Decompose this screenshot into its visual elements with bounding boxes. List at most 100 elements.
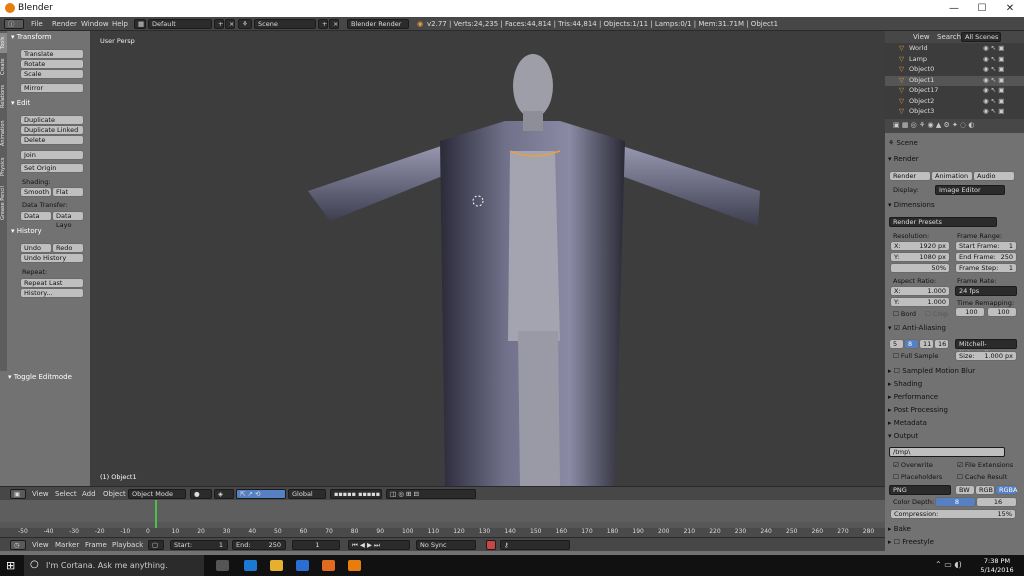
menu-help[interactable]: Help xyxy=(112,20,128,28)
pivot-select[interactable]: ◈ xyxy=(214,489,234,499)
manipulator-toggles[interactable]: ⇱ ↗ ⟲ xyxy=(236,489,286,499)
animation-button[interactable]: Animation xyxy=(931,171,973,181)
resolution-y-field[interactable]: Y: 1080 px xyxy=(890,252,950,262)
menu-select[interactable]: Select xyxy=(55,490,77,498)
timeline-area[interactable] xyxy=(0,500,885,522)
toggle-editmode-header[interactable]: ▾ Toggle Editmode xyxy=(8,373,72,381)
visibility-toggles[interactable]: ◉ ↖ ▣ xyxy=(983,86,1004,94)
undo-history-button[interactable]: Undo History xyxy=(20,253,84,263)
add-scene-button[interactable]: + xyxy=(318,19,328,29)
outliner-view-menu[interactable]: View xyxy=(913,33,930,41)
menu-add[interactable]: Add xyxy=(82,490,96,498)
screen-layout-select[interactable]: Default xyxy=(148,19,212,29)
freestyle-panel-header[interactable]: ▸ ☐ Freestyle xyxy=(888,538,934,546)
translate-button[interactable]: Translate xyxy=(20,49,84,59)
windows-start-icon[interactable]: ⊞ xyxy=(6,559,18,572)
outliner-search-menu[interactable]: Search xyxy=(937,33,961,41)
tab-tools[interactable]: Tools xyxy=(0,33,7,53)
smooth-button[interactable]: Smooth xyxy=(20,187,52,197)
tab-animation[interactable]: Animation xyxy=(0,115,7,151)
remove-screen-button[interactable]: × xyxy=(225,19,235,29)
join-button[interactable]: Join xyxy=(20,150,84,160)
overwrite-checkbox[interactable]: ☑ Overwrite xyxy=(893,461,933,469)
outliner-item[interactable]: ▽ Object2 ◉ ↖ ▣ xyxy=(885,97,1024,107)
data-layout-button[interactable]: Data Layo xyxy=(52,211,84,229)
bake-panel-header[interactable]: ▸ Bake xyxy=(888,525,911,533)
outliner-item[interactable]: ▽ World ◉ ↖ ▣ xyxy=(885,44,1024,54)
redo-button[interactable]: Redo xyxy=(52,243,84,253)
visibility-toggles[interactable]: ◉ ↖ ▣ xyxy=(983,65,1004,73)
frame-step-field[interactable]: Frame Step: 1 xyxy=(955,263,1017,273)
end-frame-prop-field[interactable]: End Frame: 250 xyxy=(955,252,1017,262)
data-button[interactable]: Data xyxy=(20,211,52,221)
set-origin-button[interactable]: Set Origin xyxy=(20,163,84,173)
editor-type-icon[interactable]: ⓘ xyxy=(4,19,24,29)
render-presets-select[interactable]: Render Presets xyxy=(889,217,997,227)
shading-panel-header[interactable]: ▸ Shading xyxy=(888,380,922,388)
color-depth-8[interactable]: 8 xyxy=(935,497,976,507)
add-screen-button[interactable]: + xyxy=(214,19,224,29)
output-panel-header[interactable]: ▾ Output xyxy=(888,432,918,440)
render-engine-select[interactable]: Blender Render xyxy=(347,19,409,29)
history-button[interactable]: History... xyxy=(20,288,84,298)
visibility-toggles[interactable]: ◉ ↖ ▣ xyxy=(983,107,1004,115)
color-bw-button[interactable]: BW xyxy=(955,485,975,495)
file-format-select[interactable]: PNG xyxy=(889,485,951,495)
history-panel-header[interactable]: ▾ History xyxy=(11,227,42,235)
frame-rate-select[interactable]: 24 fps xyxy=(955,286,1017,296)
placeholders-checkbox[interactable]: ☐ Placeholders xyxy=(893,473,942,481)
duplicate-button[interactable]: Duplicate xyxy=(20,115,84,125)
timeline[interactable]: -50 -40 -30 -20 -10 0 10 20 30 40 50 60 70 80 90 100 110… xyxy=(0,500,885,537)
display-select[interactable]: Image Editor xyxy=(935,185,1005,195)
outliner-item[interactable]: ▽ Object1 ◉ ↖ ▣ xyxy=(885,75,1024,86)
sampled-motion-blur-header[interactable]: ▸ ☐ Sampled Motion Blur xyxy=(888,367,975,375)
timeline-menu-marker[interactable]: Marker xyxy=(55,541,79,549)
render-button[interactable]: Render xyxy=(889,171,931,181)
outliner-item[interactable]: ▽ Object3 ◉ ↖ ▣ xyxy=(885,107,1024,117)
properties-tabs[interactable]: ▣ ▦ ◎ ⚘ ◉ ▲ ⚙ ✦ ◌ ◐ xyxy=(885,119,1024,133)
editor-type-3d-icon[interactable]: ▣ xyxy=(10,489,26,499)
tab-create[interactable]: Create xyxy=(0,55,7,79)
shading-mode-select[interactable]: ● xyxy=(190,489,212,499)
undo-button[interactable]: Undo xyxy=(20,243,52,253)
metadata-panel-header[interactable]: ▸ Metadata xyxy=(888,419,927,427)
edge-icon[interactable] xyxy=(244,560,257,571)
menu-render[interactable]: Render xyxy=(52,20,77,28)
visibility-toggles[interactable]: ◉ ↖ ▣ xyxy=(983,44,1004,52)
aa-samples-16[interactable]: 16 xyxy=(934,339,949,349)
layer-buttons[interactable]: ▪▪▪▪▪ ▪▪▪▪▪ xyxy=(330,489,382,499)
post-processing-panel-header[interactable]: ▸ Post Processing xyxy=(888,406,948,414)
color-rgba-button[interactable]: RGBA xyxy=(995,485,1017,495)
snap-tools[interactable]: ◫ ◎ ⊞ ⊟ xyxy=(386,489,476,499)
keying-set-select[interactable]: ⚷ xyxy=(500,540,570,550)
compression-slider[interactable]: Compression: 15% xyxy=(890,509,1016,519)
aspect-x-field[interactable]: X: 1.000 xyxy=(890,286,950,296)
full-sample-checkbox[interactable]: ☐ Full Sample xyxy=(893,352,938,360)
color-rgb-button[interactable]: RGB xyxy=(975,485,995,495)
aa-samples-8[interactable]: 8 xyxy=(904,339,919,349)
task-view-icon[interactable] xyxy=(216,560,229,571)
scene-icon[interactable]: ⚘ xyxy=(238,19,252,29)
start-frame-prop-field[interactable]: Start Frame: 1 xyxy=(955,241,1017,251)
menu-object[interactable]: Object xyxy=(103,490,126,498)
outliner-item[interactable]: ▽ Lamp ◉ ↖ ▣ xyxy=(885,55,1024,65)
visibility-toggles[interactable]: ◉ ↖ ▣ xyxy=(983,55,1004,63)
preview-range-icon[interactable]: ▢ xyxy=(148,540,164,550)
scene-select[interactable]: Scene xyxy=(254,19,316,29)
sync-select[interactable]: No Sync xyxy=(416,540,476,550)
audio-button[interactable]: Audio xyxy=(973,171,1015,181)
remove-scene-button[interactable]: × xyxy=(329,19,339,29)
render-panel-header[interactable]: ▾ Render xyxy=(888,155,919,163)
aa-samples-5[interactable]: 5 xyxy=(889,339,904,349)
current-frame-field[interactable]: 1 xyxy=(292,540,340,550)
tab-physics[interactable]: Physics xyxy=(0,153,7,181)
crop-checkbox[interactable]: ☐ Crop xyxy=(925,310,948,318)
editor-type-timeline-icon[interactable]: ◷ xyxy=(10,540,26,550)
file-extensions-checkbox[interactable]: ☑ File Extensions xyxy=(957,461,1013,469)
transform-panel-header[interactable]: ▾ Transform xyxy=(11,33,52,41)
border-checkbox[interactable]: ☐ Bord xyxy=(893,310,916,318)
store-icon[interactable] xyxy=(296,560,309,571)
tray-icons[interactable]: ⌃ ▭ ◖) xyxy=(935,560,962,569)
edit-panel-header[interactable]: ▾ Edit xyxy=(11,99,30,107)
outliner-item[interactable]: ▽ Object17 ◉ ↖ ▣ xyxy=(885,86,1024,96)
